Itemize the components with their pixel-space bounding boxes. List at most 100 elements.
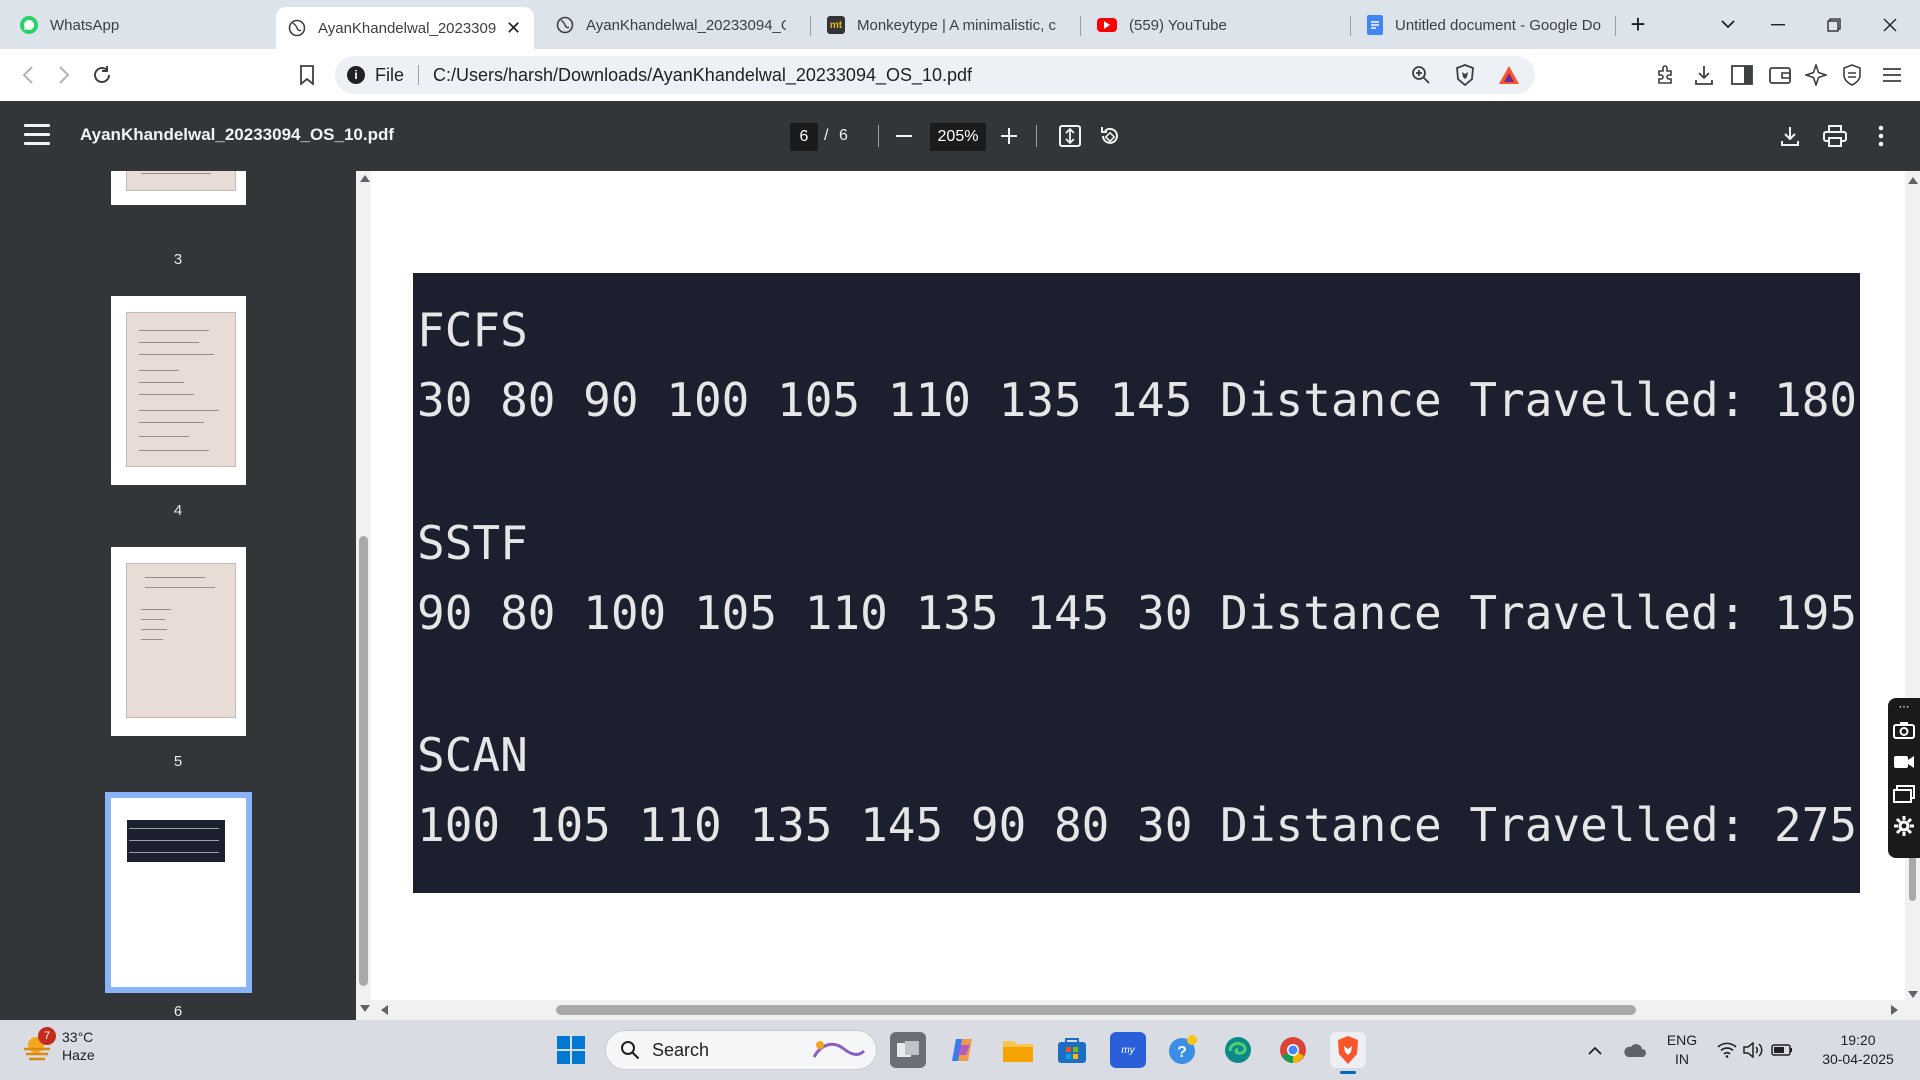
file-explorer-icon[interactable]	[1000, 1032, 1036, 1068]
print-icon[interactable]	[1820, 121, 1850, 151]
page-thumbnail[interactable]	[111, 296, 246, 485]
output-line: 30 80 90 100 105 110 135 145 Distance Tr…	[417, 373, 1858, 427]
url-scheme: File	[375, 64, 405, 85]
forward-button[interactable]	[48, 59, 80, 91]
page-thumbnail[interactable]	[111, 171, 246, 205]
page-separator: /	[824, 127, 829, 144]
globe-icon	[288, 19, 306, 37]
brave-shields-icon[interactable]	[1447, 56, 1483, 94]
weather-widget[interactable]: 7 33°C Haze	[20, 1027, 95, 1064]
rotate-icon[interactable]	[1095, 121, 1125, 151]
globe-icon	[556, 16, 574, 34]
back-button[interactable]	[12, 59, 44, 91]
downloads-icon[interactable]	[1690, 61, 1718, 89]
minimize-button[interactable]	[1750, 0, 1806, 49]
search-highlight-icon	[812, 1041, 866, 1058]
page-thumbnail-selected[interactable]	[105, 792, 252, 993]
copilot-icon[interactable]	[945, 1032, 981, 1068]
page-thumbnail[interactable]	[111, 547, 246, 736]
tab-search-chevron-icon[interactable]	[1700, 0, 1756, 49]
window-capture-icon[interactable]	[1888, 778, 1920, 810]
edge-icon[interactable]	[1220, 1032, 1256, 1068]
active-app-indicator	[1340, 1071, 1356, 1074]
tab-divider	[810, 16, 811, 36]
new-tab-button[interactable]: +	[1610, 0, 1666, 49]
browser-toolbar: i File C:/Users/harsh/Downloads/AyanKhan…	[0, 49, 1920, 101]
reload-button[interactable]	[86, 59, 118, 91]
algorithm-heading: SSTF	[417, 516, 528, 570]
weather-condition: Haze	[62, 1047, 95, 1063]
search-icon	[621, 1041, 640, 1060]
close-tab-icon[interactable]: ✕	[506, 18, 521, 39]
zoom-icon[interactable]	[1403, 56, 1439, 94]
tab-label: AyanKhandelwal_20233094_OS	[586, 16, 786, 34]
pdf-toolbar: AyanKhandelwal_20233094_OS_10.pdf 6 / 6 …	[0, 101, 1920, 171]
zoom-out-button[interactable]	[889, 121, 919, 151]
tab-google-docs[interactable]: Untitled document - Google Do	[1355, 7, 1617, 43]
extensions-icon[interactable]	[1652, 61, 1680, 89]
chrome-icon[interactable]	[1275, 1032, 1311, 1068]
sidebar-toggle-icon[interactable]	[1728, 61, 1756, 89]
wifi-icon[interactable]	[1715, 1020, 1739, 1080]
more-options-icon[interactable]	[1866, 121, 1896, 151]
brave-browser-icon[interactable]	[1330, 1032, 1366, 1074]
thumbnails-menu-icon[interactable]	[24, 124, 50, 148]
clock-time: 19:20	[1840, 1032, 1876, 1048]
volume-icon[interactable]	[1742, 1020, 1766, 1080]
tab-whatsapp[interactable]: WhatsApp	[8, 7, 262, 43]
windows-start-icon[interactable]	[553, 1032, 589, 1068]
sidebar-scrollbar[interactable]	[356, 171, 371, 1020]
document-scroll-thumb[interactable]	[1909, 851, 1916, 901]
taskbar-search[interactable]: Search	[605, 1030, 877, 1070]
battery-icon[interactable]	[1768, 1020, 1796, 1080]
camera-icon[interactable]	[1888, 714, 1920, 746]
thumbnail-sidebar: 3 4 5 6	[0, 171, 356, 1020]
system-clock[interactable]: 19:20 30-04-2025	[1808, 1020, 1908, 1080]
myasus-icon[interactable]: my	[1110, 1032, 1146, 1068]
current-page-input[interactable]: 6	[790, 123, 818, 151]
leo-ai-icon[interactable]	[1802, 61, 1830, 89]
total-pages: 6	[839, 127, 848, 144]
language-indicator[interactable]: ENG IN	[1660, 1020, 1704, 1080]
weather-temperature: 33°C	[62, 1029, 94, 1045]
tab-youtube[interactable]: (559) YouTube	[1085, 7, 1341, 43]
download-icon[interactable]	[1775, 121, 1805, 151]
address-bar[interactable]: i File C:/Users/harsh/Downloads/AyanKhan…	[335, 56, 1535, 94]
task-view-icon[interactable]	[890, 1032, 926, 1068]
zoom-level-input[interactable]: 205%	[930, 123, 986, 151]
close-window-button[interactable]	[1862, 0, 1918, 49]
sidebar-scroll-thumb[interactable]	[359, 536, 368, 986]
tab-label: WhatsApp	[50, 16, 120, 34]
toolbar-divider	[878, 125, 879, 147]
restore-button[interactable]	[1806, 0, 1862, 49]
video-camera-icon[interactable]	[1888, 746, 1920, 778]
pdf-filename: AyanKhandelwal_20233094_OS_10.pdf	[80, 125, 395, 144]
info-icon[interactable]: i	[347, 66, 365, 84]
document-vertical-scrollbar[interactable]	[1905, 171, 1920, 1020]
horizontal-scroll-thumb[interactable]	[556, 1005, 1636, 1015]
get-help-icon[interactable]: ?	[1165, 1032, 1201, 1068]
tab-monkeytype[interactable]: mt Monkeytype | A minimalistic, cu	[815, 7, 1069, 43]
url-text: C:/Users/harsh/Downloads/AyanKhandelwal_…	[433, 64, 973, 85]
microsoft-store-icon[interactable]	[1054, 1032, 1090, 1068]
more-icon[interactable]: ⋯	[1888, 698, 1920, 714]
tab-pdf-2[interactable]: AyanKhandelwal_20233094_OS	[544, 7, 798, 43]
document-horizontal-scrollbar[interactable]	[371, 1000, 1905, 1020]
wallet-icon[interactable]	[1766, 61, 1794, 89]
page-thumbnail-number: 5	[173, 753, 183, 770]
brave-rewards-icon[interactable]	[1491, 56, 1527, 94]
bookmark-icon[interactable]	[291, 59, 323, 91]
menu-icon[interactable]	[1878, 61, 1906, 89]
tab-strip: WhatsApp AyanKhandelwal_20233094 ✕ AyanK…	[0, 0, 1920, 49]
settings-gear-icon[interactable]	[1888, 810, 1920, 842]
youtube-icon	[1097, 18, 1117, 32]
whatsapp-icon	[20, 16, 38, 34]
vpn-icon[interactable]	[1838, 61, 1866, 89]
algorithm-heading: FCFS	[417, 303, 528, 357]
zoom-in-button[interactable]	[994, 121, 1024, 151]
tab-pdf-active[interactable]: AyanKhandelwal_20233094 ✕	[276, 7, 534, 49]
fit-page-icon[interactable]	[1055, 121, 1085, 151]
show-hidden-icons-chevron[interactable]	[1580, 1020, 1610, 1080]
onedrive-cloud-icon[interactable]	[1618, 1020, 1650, 1080]
weather-badge: 7	[38, 1027, 56, 1045]
